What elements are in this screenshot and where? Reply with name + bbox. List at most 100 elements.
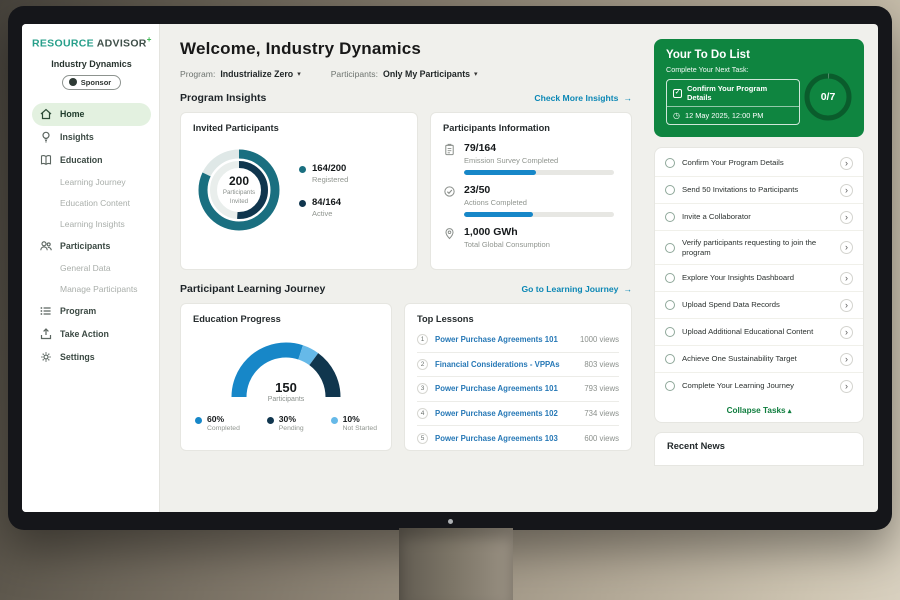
sidebar-item-take-action[interactable]: Take Action [32, 323, 151, 346]
stat-row: 23/50 Actions Completed [443, 184, 619, 217]
top-lessons-card: Top Lessons 1 Power Purchase Agreements … [404, 303, 632, 451]
chevron-right-icon[interactable]: › [840, 211, 853, 224]
legend-dot-registered [299, 166, 306, 173]
task-row[interactable]: Explore Your Insights Dashboard › [655, 265, 863, 292]
lesson-views: 734 views [584, 409, 619, 418]
chevron-right-icon[interactable]: › [840, 272, 853, 285]
lesson-row: 1 Power Purchase Agreements 101 1000 vie… [417, 328, 619, 353]
checkbox-icon[interactable] [665, 185, 675, 195]
lesson-rank: 3 [417, 383, 428, 394]
task-row[interactable]: Confirm Your Program Details › [655, 150, 863, 177]
task-label: Achieve One Sustainability Target [682, 354, 833, 364]
sidebar-item-label: Home [60, 109, 84, 119]
sidebar-item-program[interactable]: Program [32, 300, 151, 323]
program-insights-header: Program Insights Check More Insights → [180, 92, 632, 104]
check-glyph: ✓ [675, 90, 680, 97]
sidebar-item-education[interactable]: Education [32, 149, 151, 172]
sidebar-item-insights[interactable]: Insights [32, 126, 151, 149]
education-icon [39, 153, 53, 167]
checkbox-icon[interactable] [665, 354, 675, 364]
sidebar-item-general-data[interactable]: General Data [32, 258, 151, 279]
lesson-link[interactable]: Power Purchase Agreements 101 [435, 335, 573, 344]
task-row[interactable]: Upload Additional Educational Content › [655, 319, 863, 346]
collapse-label: Collapse Tasks [727, 406, 786, 415]
sidebar: RESOURCE ADVISOR+ Industry Dynamics Spon… [22, 24, 160, 512]
go-to-learning-journey-link[interactable]: Go to Learning Journey → [521, 284, 632, 294]
progress-bar [464, 212, 614, 217]
task-label: Complete Your Learning Journey [682, 381, 833, 391]
section-title: Program Insights [180, 92, 266, 104]
sidebar-item-home[interactable]: Home [32, 103, 151, 126]
task-label: Invite a Collaborator [682, 212, 833, 222]
chevron-right-icon[interactable]: › [840, 326, 853, 339]
legend-value: 84/164 [312, 197, 341, 208]
task-row[interactable]: Send 50 Invitations to Participants › [655, 177, 863, 204]
task-row[interactable]: Achieve One Sustainability Target › [655, 346, 863, 373]
chevron-down-icon: ▾ [474, 70, 478, 78]
lesson-link[interactable]: Power Purchase Agreements 101 [435, 384, 577, 393]
chevron-right-icon[interactable]: › [840, 184, 853, 197]
home-icon [39, 107, 53, 121]
checkbox-icon[interactable] [665, 158, 675, 168]
checkbox-icon[interactable] [665, 327, 675, 337]
next-task-box[interactable]: ✓ Confirm Your Program Details ◷ 12 May … [666, 79, 800, 125]
lesson-link[interactable]: Financial Considerations - VPPAs [435, 360, 577, 369]
legend-value: 60% [207, 414, 240, 424]
link-label: Go to Learning Journey [521, 284, 618, 294]
sidebar-item-education-content[interactable]: Education Content [32, 193, 151, 214]
check-more-insights-link[interactable]: Check More Insights → [534, 93, 632, 103]
sidebar-item-learning-insights[interactable]: Learning Insights [32, 214, 151, 235]
stat-value: 79/164 [464, 142, 619, 154]
chevron-right-icon[interactable]: › [840, 241, 853, 254]
next-task-label: Confirm Your Program Details [687, 84, 793, 102]
checkbox-icon[interactable] [665, 243, 675, 253]
sidebar-item-settings[interactable]: Settings [32, 346, 151, 369]
participants-icon [39, 239, 53, 253]
chevron-right-icon[interactable]: › [840, 157, 853, 170]
checkbox-icon[interactable] [665, 212, 675, 222]
participants-information-card: Participants Information 79/164 Emission… [430, 112, 632, 270]
sidebar-item-participants[interactable]: Participants [32, 235, 151, 258]
todo-progress-ring: 0/7 [802, 71, 854, 123]
recent-news-header[interactable]: Recent News [654, 432, 864, 466]
legend-item: 10% Not Started [331, 414, 377, 432]
task-row[interactable]: Verify participants requesting to join t… [655, 231, 863, 265]
progress-bar-fill [464, 170, 536, 175]
sidebar-item-label: Education [60, 155, 103, 165]
lesson-link[interactable]: Power Purchase Agreements 103 [435, 434, 577, 443]
task-row[interactable]: Complete Your Learning Journey › [655, 373, 863, 399]
program-filter-dropdown[interactable]: Program: Industrialize Zero ▾ [180, 69, 301, 79]
participants-filter-label: Participants: [331, 69, 378, 79]
link-label: Check More Insights [534, 93, 618, 103]
logo-text-advisor: ADVISOR [97, 38, 147, 50]
donut-legend: 164/200 Registered 84/164 Active [299, 163, 348, 218]
participants-filter-dropdown[interactable]: Participants: Only My Participants ▾ [331, 69, 478, 79]
chevron-right-icon[interactable]: › [840, 299, 853, 312]
task-label: Upload Spend Data Records [682, 300, 833, 310]
legend-item: 84/164 Active [299, 197, 348, 218]
collapse-tasks-button[interactable]: Collapse Tasks ▴ [655, 399, 863, 419]
card-title: Participants Information [443, 123, 619, 133]
sidebar-item-manage-participants[interactable]: Manage Participants [32, 279, 151, 300]
checkbox-icon[interactable] [665, 381, 675, 391]
sidebar-nav: Home Insights Education Learning Journey… [32, 103, 151, 369]
education-progress-card: Education Progress 150 Participants [180, 303, 392, 451]
stat-value: 1,000 GWh [464, 226, 619, 238]
checkbox-icon[interactable] [665, 300, 675, 310]
sidebar-item-learning-journey[interactable]: Learning Journey [32, 172, 151, 193]
program-insights-cards: Invited Participants 200 Partic [180, 112, 632, 270]
checkbox-icon[interactable] [665, 273, 675, 283]
stat-label: Total Global Consumption [464, 240, 619, 249]
task-row[interactable]: Upload Spend Data Records › [655, 292, 863, 319]
task-row[interactable]: Invite a Collaborator › [655, 204, 863, 231]
logo-plus: + [147, 35, 152, 44]
stat-row: 1,000 GWh Total Global Consumption [443, 226, 619, 249]
card-title: Invited Participants [193, 123, 405, 133]
chevron-right-icon[interactable]: › [840, 353, 853, 366]
arrow-right-icon: → [623, 284, 632, 294]
sidebar-item-label: Insights [60, 132, 94, 142]
main-content: Welcome, Industry Dynamics Program: Indu… [160, 24, 648, 512]
survey-icon [443, 143, 456, 157]
lesson-link[interactable]: Power Purchase Agreements 102 [435, 409, 577, 418]
chevron-right-icon[interactable]: › [840, 380, 853, 393]
